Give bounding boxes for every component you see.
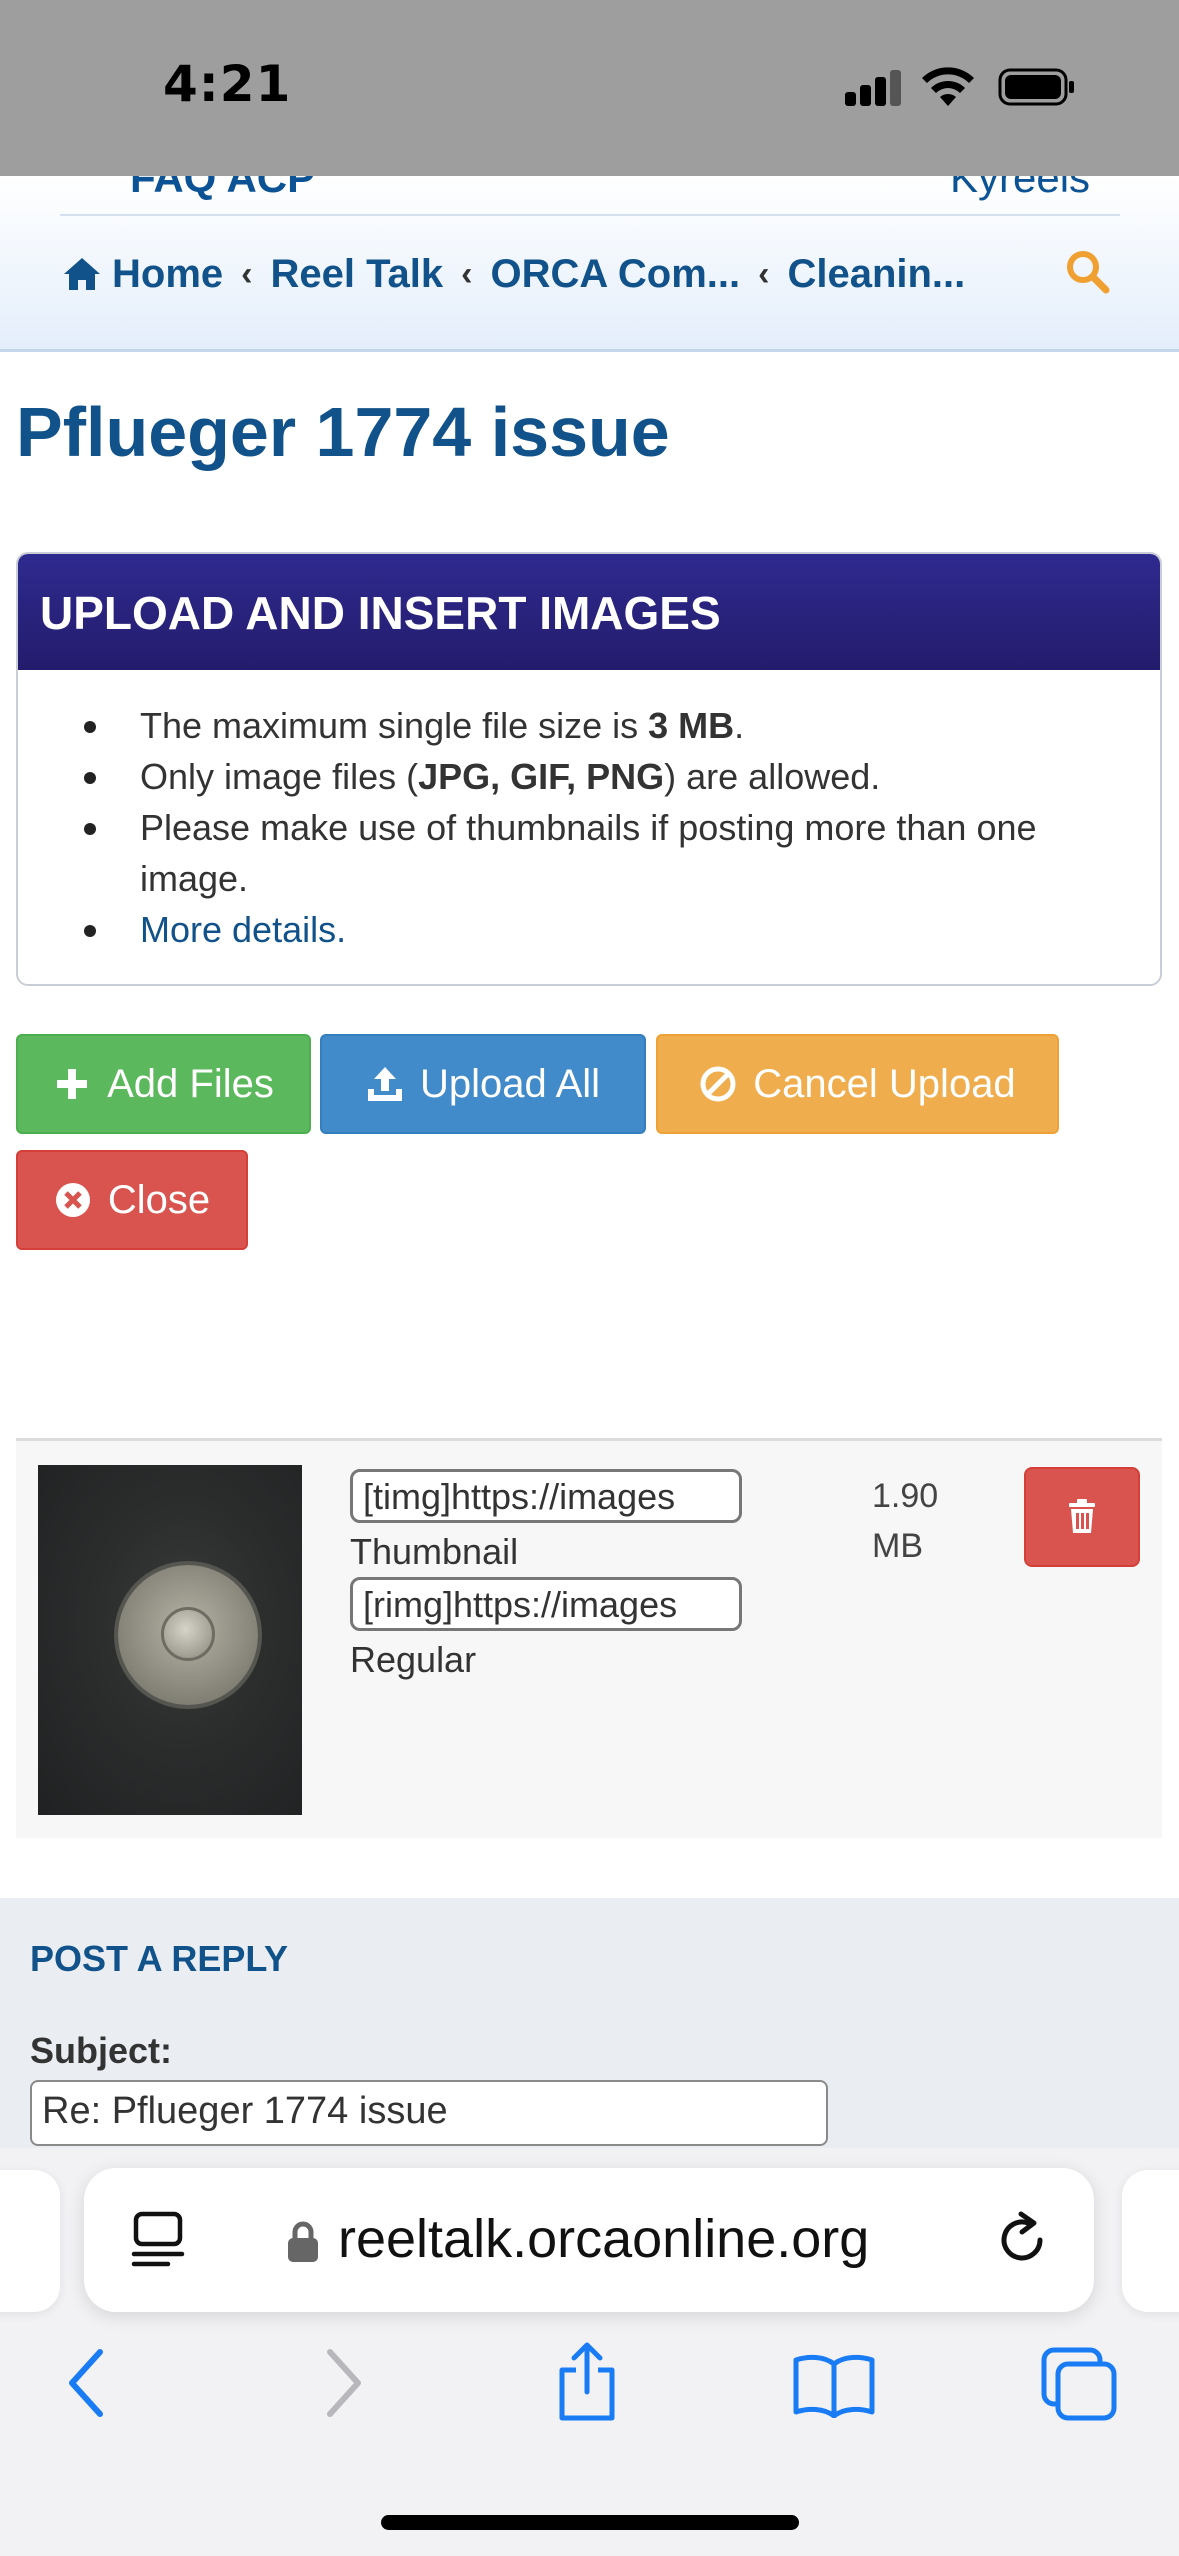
- url-text[interactable]: reeltalk.orcaonline.org: [338, 2208, 869, 2270]
- breadcrumb-cleaning[interactable]: Cleanin...: [787, 252, 965, 297]
- back-icon[interactable]: [62, 2346, 112, 2420]
- thumbnail-label: Thumbnail: [350, 1531, 519, 1572]
- status-time: 4:21: [163, 55, 292, 113]
- regular-label: Regular: [350, 1639, 477, 1680]
- rule-bold: 3 MB: [648, 705, 735, 746]
- breadcrumb-home[interactable]: Home: [62, 252, 223, 297]
- page-title: Pflueger 1774 issue: [16, 393, 670, 471]
- list-item: Only image files (JPG, GIF, PNG) are all…: [78, 751, 1160, 802]
- battery-icon: [998, 68, 1074, 106]
- thumbnail-bbcode-field[interactable]: [timg]https://images: [350, 1469, 742, 1523]
- reload-icon[interactable]: [994, 2210, 1052, 2270]
- cancel-upload-label: Cancel Upload: [753, 1061, 1016, 1106]
- rule-text: Please make use of thumbnails if posting…: [140, 807, 1037, 848]
- header-divider: [60, 214, 1120, 216]
- rule-text: ) are allowed.: [664, 756, 881, 797]
- close-label: Close: [107, 1177, 211, 1222]
- previous-tab-preview[interactable]: [0, 2170, 60, 2312]
- rule-text: .: [734, 705, 745, 746]
- plus-icon: [57, 1069, 88, 1099]
- file-size: 1.90 MB: [872, 1471, 962, 1571]
- next-tab-preview[interactable]: [1122, 2170, 1179, 2312]
- page-menu-icon[interactable]: [130, 2210, 186, 2270]
- lock-icon: [288, 2221, 318, 2262]
- breadcrumb-separator: ‹: [461, 254, 473, 293]
- subject-label: Subject:: [30, 2030, 173, 2071]
- wifi-icon: [922, 67, 974, 106]
- upload-panel: UPLOAD AND INSERT IMAGES The maximum sin…: [16, 552, 1162, 986]
- cancel-upload-button[interactable]: Cancel Upload: [656, 1034, 1059, 1134]
- rule-text: Only image files (: [140, 756, 419, 797]
- reel-knob-image: [161, 1607, 215, 1661]
- share-icon[interactable]: [554, 2340, 620, 2422]
- breadcrumb-separator: ‹: [241, 254, 253, 293]
- delete-file-button[interactable]: [1024, 1467, 1140, 1567]
- bookmarks-icon[interactable]: [792, 2352, 876, 2418]
- rule-bold: JPG, GIF, PNG: [418, 756, 665, 797]
- breadcrumb-separator: ‹: [758, 254, 770, 293]
- file-size-value: 1.90: [872, 1477, 939, 1515]
- upload-icon: [367, 1067, 402, 1101]
- forward-icon[interactable]: [318, 2346, 368, 2420]
- list-item: Please make use of thumbnails if posting…: [78, 802, 1160, 904]
- uploaded-file-row: [timg]https://images Thumbnail [rimg]htt…: [16, 1438, 1162, 1838]
- list-item: More details.: [78, 904, 1160, 955]
- add-files-button[interactable]: Add Files: [16, 1034, 311, 1134]
- add-files-label: Add Files: [107, 1061, 274, 1106]
- upload-rules-list: The maximum single file size is 3 MB. On…: [18, 670, 1160, 955]
- breadcrumb-orca-com[interactable]: ORCA Com...: [490, 252, 740, 297]
- tabs-icon[interactable]: [1040, 2346, 1120, 2422]
- post-reply-title: POST A REPLY: [30, 1938, 289, 1979]
- ban-icon: [700, 1066, 736, 1102]
- upload-all-label: Upload All: [419, 1061, 601, 1106]
- regular-bbcode-field[interactable]: [rimg]https://images: [350, 1577, 742, 1631]
- close-circle-icon: [55, 1183, 90, 1217]
- trash-icon: [1069, 1499, 1095, 1533]
- search-icon[interactable]: [1064, 248, 1110, 294]
- breadcrumb-home-label: Home: [112, 251, 224, 296]
- breadcrumb-reel-talk[interactable]: Reel Talk: [270, 252, 443, 297]
- upload-panel-header: UPLOAD AND INSERT IMAGES: [18, 554, 1160, 670]
- list-item: The maximum single file size is 3 MB.: [78, 700, 1160, 751]
- cellular-signal-icon: [845, 70, 903, 106]
- rule-text: The maximum single file size is: [140, 705, 649, 746]
- user-menu-peek[interactable]: Kyreels: [950, 176, 1090, 202]
- breadcrumb: Home ‹ Reel Talk ‹ ORCA Com... ‹ Cleanin…: [62, 244, 965, 304]
- upload-all-button[interactable]: Upload All: [320, 1034, 646, 1134]
- file-size-unit: MB: [872, 1527, 923, 1565]
- status-bar: 4:21: [0, 0, 1179, 176]
- rule-text: image.: [140, 858, 249, 899]
- home-indicator: [381, 2515, 799, 2530]
- header-top-links: FAQ ACP Kyreels: [60, 176, 1120, 216]
- close-button[interactable]: Close: [16, 1150, 248, 1250]
- subject-input[interactable]: Re: Pflueger 1774 issue: [30, 2080, 828, 2146]
- quick-links-peek[interactable]: FAQ ACP: [130, 176, 315, 202]
- uploaded-image-thumbnail: [38, 1465, 302, 1815]
- more-details-link[interactable]: More details.: [140, 909, 346, 950]
- home-icon: [64, 258, 100, 290]
